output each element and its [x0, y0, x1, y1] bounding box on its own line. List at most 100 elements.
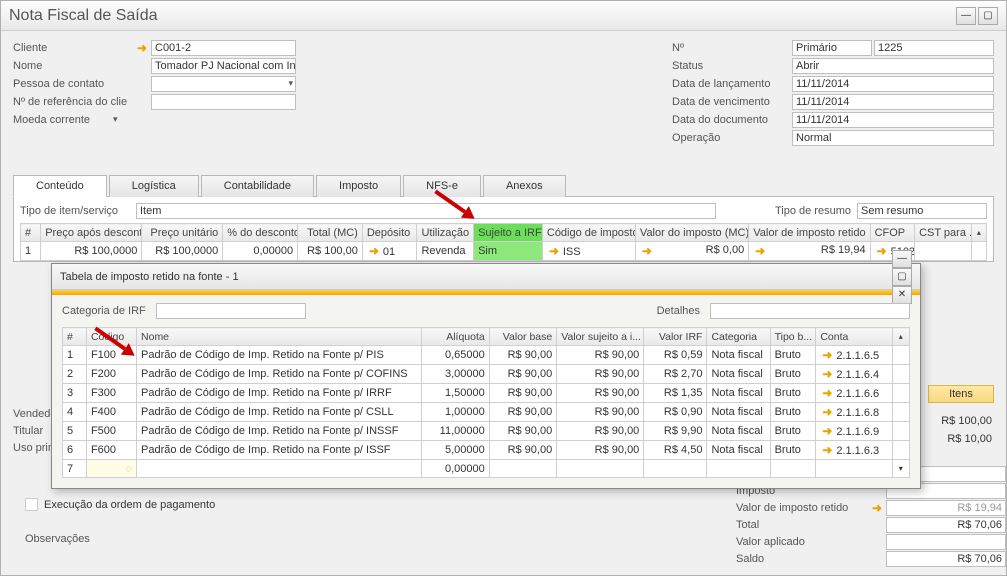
- link-arrow-icon[interactable]: ➜: [820, 367, 834, 381]
- link-arrow-icon[interactable]: ➜: [135, 41, 149, 55]
- tab-imposto[interactable]: Imposto: [316, 175, 401, 197]
- link-arrow-icon[interactable]: ➜: [820, 424, 834, 438]
- irf-grid[interactable]: # Código Nome Alíquota Valor base Valor …: [62, 327, 910, 478]
- valret-value[interactable]: R$ 19,94: [886, 500, 1006, 516]
- mcol-nome[interactable]: Nome: [137, 328, 422, 346]
- col-val-imp[interactable]: Valor do imposto (MC): [635, 224, 748, 242]
- moeda-label: Moeda corrente: [13, 114, 113, 126]
- obs-label: Observações: [25, 531, 90, 545]
- col-irf[interactable]: Sujeito a IRF: [474, 224, 543, 242]
- venc-field[interactable]: 11/11/2014: [792, 94, 994, 110]
- modal-maximize-icon[interactable]: ▢: [892, 268, 912, 286]
- nome-label: Nome: [13, 60, 135, 72]
- ref-field[interactable]: [151, 94, 296, 110]
- items-grid[interactable]: # Preço após desconto Preço unitário % d…: [20, 223, 987, 261]
- tabbar: Conteúdo Logística Contabilidade Imposto…: [13, 174, 994, 197]
- tipo-item-field[interactable]: Item: [136, 203, 716, 219]
- mcol-conta[interactable]: Conta: [816, 328, 892, 346]
- link-arrow-icon[interactable]: ➜: [820, 443, 834, 457]
- doc-field[interactable]: 11/11/2014: [792, 112, 994, 128]
- no-primario-field[interactable]: Primário: [792, 40, 872, 56]
- chevron-down-icon[interactable]: ▾: [113, 114, 118, 125]
- lanc-label: Data de lançamento: [672, 78, 792, 90]
- table-row[interactable]: 4F400Padrão de Código de Imp. Retido na …: [63, 403, 910, 422]
- table-row[interactable]: 1F100Padrão de Código de Imp. Retido na …: [63, 346, 910, 365]
- mcol-tipo[interactable]: Tipo b...: [770, 328, 816, 346]
- no-value-field[interactable]: 1225: [874, 40, 994, 56]
- cat-field[interactable]: [156, 303, 306, 319]
- link-arrow-icon[interactable]: ➜: [875, 244, 889, 258]
- link-arrow-icon[interactable]: ➜: [820, 386, 834, 400]
- table-row[interactable]: 3F300Padrão de Código de Imp. Retido na …: [63, 384, 910, 403]
- oper-label: Operação: [672, 132, 792, 144]
- tab-body: Tipo de item/serviço Item Tipo de resumo…: [13, 197, 994, 262]
- col-preco-desc[interactable]: Preço após desconto: [41, 224, 142, 242]
- table-row-empty[interactable]: 7 ◌0,00000▾: [63, 460, 910, 478]
- mcol-aliq[interactable]: Alíquota: [422, 328, 489, 346]
- modal-close-icon[interactable]: ✕: [892, 286, 912, 304]
- grid-scroll-up-icon[interactable]: ▴: [971, 224, 986, 242]
- irf-modal: Tabela de imposto retido na fonte - 1 — …: [51, 263, 921, 489]
- mgrid-scroll-up-icon[interactable]: ▴: [892, 328, 909, 346]
- exec-checkbox[interactable]: [25, 498, 38, 511]
- saldo-value[interactable]: R$ 70,06: [886, 551, 1006, 567]
- valret-label: Valor de imposto retido: [736, 502, 870, 514]
- det-label: Detalhes: [657, 305, 700, 317]
- col-pct[interactable]: % do desconto: [223, 224, 298, 242]
- link-arrow-icon[interactable]: ➜: [820, 405, 834, 419]
- col-util[interactable]: Utilização: [417, 224, 474, 242]
- minimize-icon[interactable]: —: [956, 7, 976, 25]
- col-total[interactable]: Total (MC): [298, 224, 363, 242]
- mcol-cod[interactable]: Código: [86, 328, 136, 346]
- table-row[interactable]: 5F500Padrão de Código de Imp. Retido na …: [63, 422, 910, 441]
- contato-label: Pessoa de contato: [13, 78, 135, 90]
- resumo-label: Tipo de resumo: [775, 205, 851, 217]
- total-value[interactable]: R$ 70,06: [886, 517, 1006, 533]
- table-row[interactable]: 6F600Padrão de Código de Imp. Retido na …: [63, 441, 910, 460]
- main-window: Nota Fiscal de Saída — ▢ Cliente ➜ C001-…: [0, 0, 1007, 576]
- status-field[interactable]: Abrir: [792, 58, 994, 74]
- no-label: Nº: [672, 42, 792, 54]
- cliente-field[interactable]: C001-2: [151, 40, 296, 56]
- col-n[interactable]: #: [21, 224, 41, 242]
- mcol-cat[interactable]: Categoria: [707, 328, 770, 346]
- tab-nfse[interactable]: NFS-e: [403, 175, 481, 197]
- tab-anexos[interactable]: Anexos: [483, 175, 566, 197]
- col-cst[interactable]: CST para ...: [915, 224, 972, 242]
- col-val-ret[interactable]: Valor de imposto retido: [749, 224, 870, 242]
- exec-row: Execução da ordem de pagamento: [25, 498, 215, 511]
- contato-dropdown[interactable]: [151, 76, 296, 92]
- link-arrow-icon[interactable]: ➜: [547, 244, 561, 258]
- resumo-field[interactable]: Sem resumo: [857, 203, 987, 219]
- nome-field[interactable]: Tomador PJ Nacional com Insc.: [151, 58, 296, 74]
- link-arrow-icon[interactable]: ➜: [870, 501, 884, 515]
- tab-logistica[interactable]: Logística: [109, 175, 199, 197]
- link-arrow-icon[interactable]: ➜: [753, 244, 767, 258]
- ref-label: Nº de referência do clie: [13, 96, 135, 108]
- mcol-sujeito[interactable]: Valor sujeito a i...: [557, 328, 644, 346]
- modal-minimize-icon[interactable]: —: [892, 250, 912, 268]
- cell-irf[interactable]: Sim: [474, 242, 543, 261]
- link-arrow-icon[interactable]: ➜: [820, 348, 834, 362]
- mcol-virf[interactable]: Valor IRF: [644, 328, 707, 346]
- tab-contabilidade[interactable]: Contabilidade: [201, 175, 314, 197]
- tab-conteudo[interactable]: Conteúdo: [13, 175, 107, 197]
- col-cod-imp[interactable]: Código de imposto: [542, 224, 635, 242]
- aplic-label: Valor aplicado: [736, 536, 886, 548]
- maximize-icon[interactable]: ▢: [978, 7, 998, 25]
- col-deposito[interactable]: Depósito: [362, 224, 417, 242]
- mcol-n[interactable]: #: [63, 328, 87, 346]
- col-cfop[interactable]: CFOP: [870, 224, 915, 242]
- lanc-field[interactable]: 11/11/2014: [792, 76, 994, 92]
- itens-button[interactable]: Itens: [928, 385, 994, 403]
- doc-label: Data do documento: [672, 114, 792, 126]
- det-field[interactable]: [710, 303, 910, 319]
- oper-field[interactable]: Normal: [792, 130, 994, 146]
- table-row[interactable]: 2F200Padrão de Código de Imp. Retido na …: [63, 365, 910, 384]
- aplic-value[interactable]: [886, 534, 1006, 550]
- mcol-base[interactable]: Valor base: [489, 328, 556, 346]
- col-preco-uni[interactable]: Preço unitário: [142, 224, 223, 242]
- table-row[interactable]: 1 R$ 100,0000 R$ 100,0000 0,00000 R$ 100…: [21, 242, 987, 261]
- link-arrow-icon[interactable]: ➜: [640, 244, 654, 258]
- link-arrow-icon[interactable]: ➜: [367, 244, 381, 258]
